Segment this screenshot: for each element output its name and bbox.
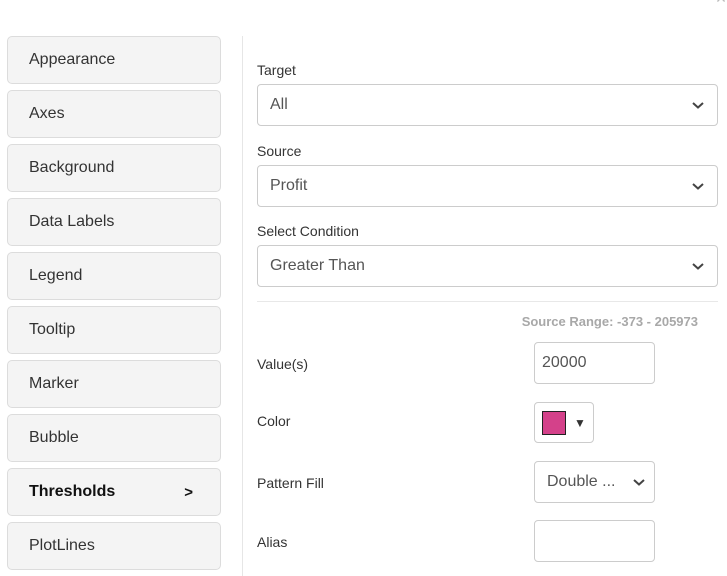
- sidebar-item-label: PlotLines: [29, 537, 95, 554]
- condition-label: Select Condition: [257, 223, 359, 239]
- condition-select[interactable]: Greater Than: [257, 245, 718, 287]
- color-label: Color: [257, 413, 291, 429]
- sidebar-item-axes[interactable]: Axes: [7, 90, 221, 138]
- sidebar-item-marker[interactable]: Marker: [7, 360, 221, 408]
- source-select[interactable]: Profit: [257, 165, 718, 207]
- sidebar-item-label: Background: [29, 159, 115, 176]
- chevron-right-icon: >: [184, 483, 193, 501]
- color-swatch: [542, 410, 566, 435]
- source-value: Profit: [270, 177, 308, 194]
- vertical-divider: [242, 36, 243, 576]
- chevron-down-icon: [633, 479, 645, 486]
- pattern-fill-select[interactable]: Double ...: [534, 461, 655, 503]
- sidebar-item-thresholds[interactable]: Thresholds >: [7, 468, 221, 516]
- values-input-value: 20000: [542, 354, 587, 371]
- target-label: Target: [257, 62, 296, 78]
- sidebar-item-label: Tooltip: [29, 321, 76, 338]
- sidebar-item-background[interactable]: Background: [7, 144, 221, 192]
- close-icon[interactable]: ×: [713, 0, 727, 7]
- alias-input[interactable]: [534, 520, 655, 562]
- sidebar-item-label: Appearance: [29, 51, 116, 68]
- chevron-down-icon: [692, 263, 704, 270]
- chevron-down-icon: [692, 102, 704, 109]
- section-divider: [257, 301, 718, 302]
- sidebar-item-appearance[interactable]: Appearance: [7, 36, 221, 84]
- color-picker[interactable]: ▼: [534, 402, 594, 443]
- source-range-text: Source Range: -373 - 205973: [521, 314, 698, 329]
- sidebar-item-label: Legend: [29, 267, 83, 284]
- sidebar-item-legend[interactable]: Legend: [7, 252, 221, 300]
- condition-value: Greater Than: [270, 257, 365, 274]
- source-label: Source: [257, 143, 302, 159]
- pattern-fill-value: Double ...: [547, 473, 616, 490]
- settings-sidebar: Appearance Axes Background Data Labels L…: [7, 36, 221, 576]
- sidebar-item-bubble[interactable]: Bubble: [7, 414, 221, 462]
- chevron-down-icon: [692, 183, 704, 190]
- sidebar-item-label: Thresholds: [29, 483, 116, 500]
- sidebar-item-plotlines[interactable]: PlotLines: [7, 522, 221, 570]
- caret-down-icon: ▼: [574, 415, 586, 430]
- target-select[interactable]: All: [257, 84, 718, 126]
- values-input[interactable]: 20000: [534, 342, 655, 384]
- values-label: Value(s): [257, 356, 309, 372]
- sidebar-item-label: Marker: [29, 375, 79, 392]
- alias-label: Alias: [257, 534, 288, 550]
- sidebar-item-tooltip[interactable]: Tooltip: [7, 306, 221, 354]
- target-value: All: [270, 96, 288, 113]
- pattern-fill-label: Pattern Fill: [257, 475, 324, 491]
- sidebar-item-data-labels[interactable]: Data Labels: [7, 198, 221, 246]
- sidebar-item-label: Axes: [29, 105, 65, 122]
- sidebar-item-label: Bubble: [29, 429, 79, 446]
- sidebar-item-label: Data Labels: [29, 213, 115, 230]
